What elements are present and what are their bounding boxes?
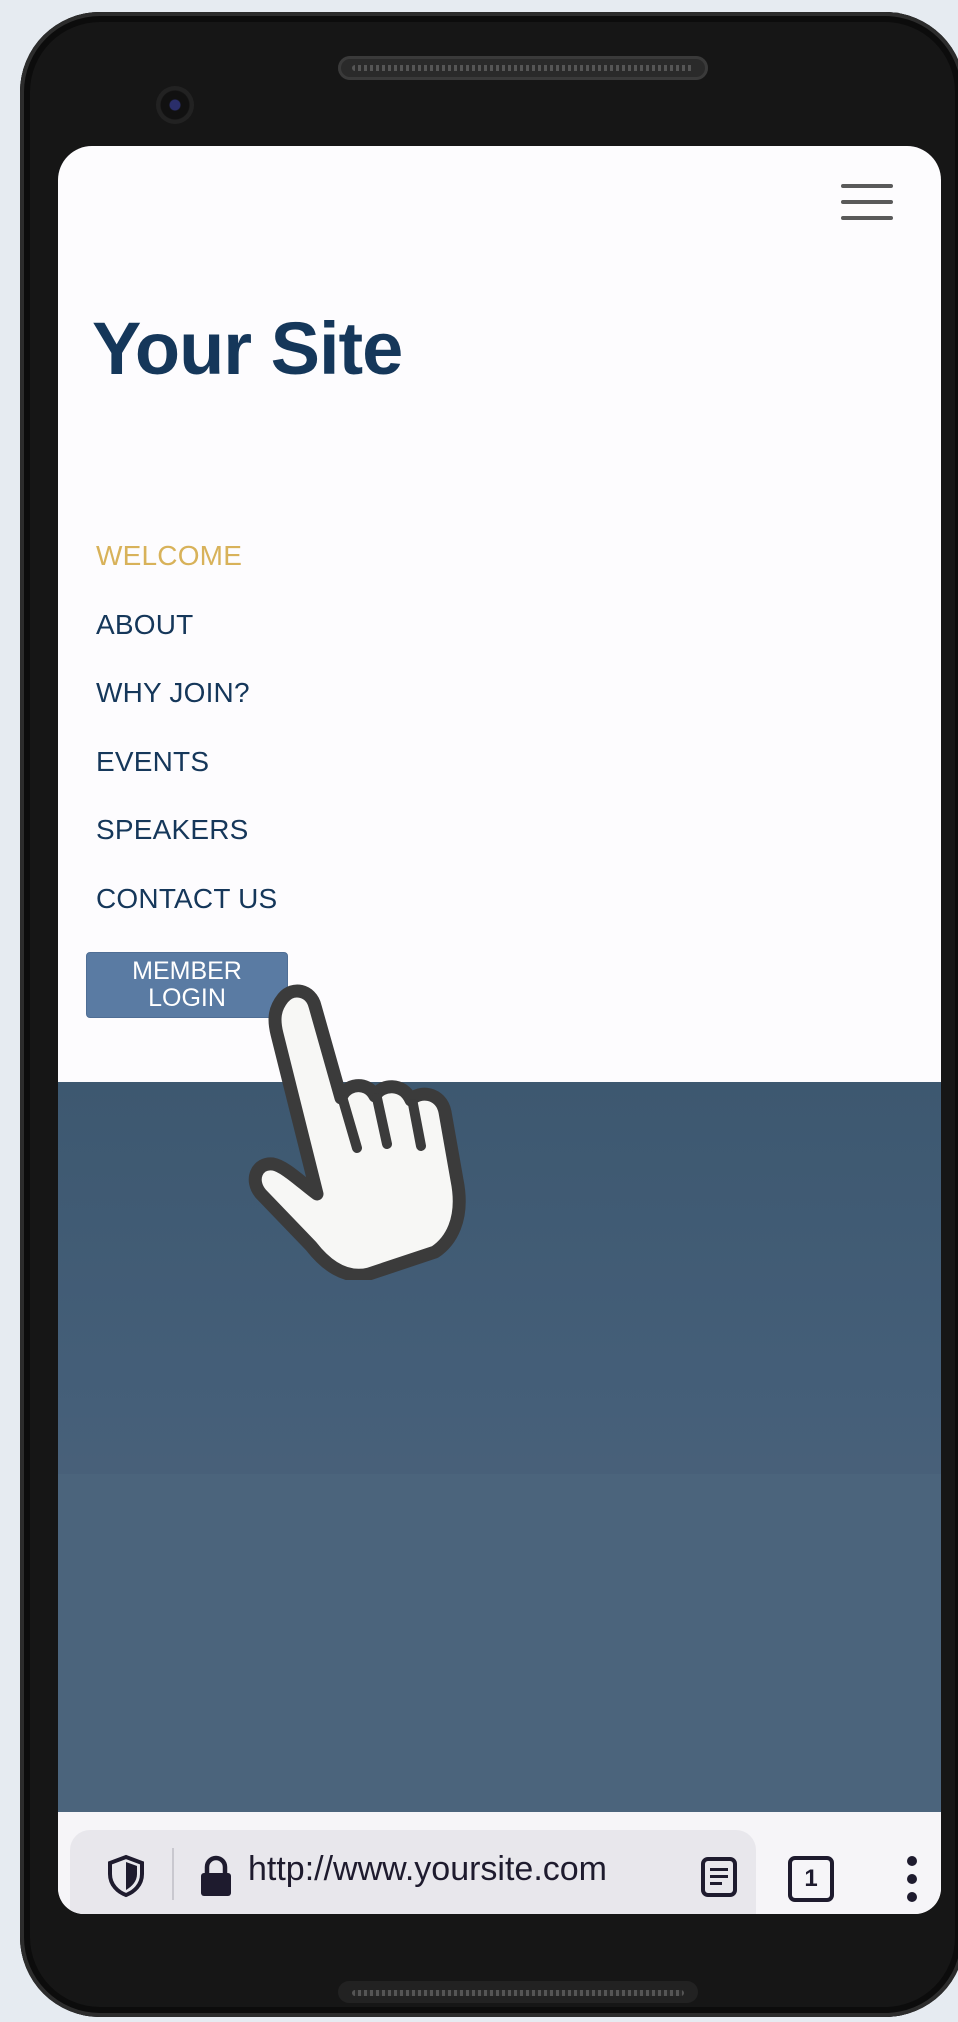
front-camera bbox=[156, 86, 194, 124]
hamburger-menu-icon[interactable] bbox=[841, 184, 893, 220]
more-vertical-icon[interactable] bbox=[906, 1856, 918, 1902]
site-title[interactable]: Your Site bbox=[92, 306, 403, 391]
reader-mode-icon[interactable] bbox=[700, 1856, 738, 1898]
nav-item-welcome[interactable]: WELCOME bbox=[96, 540, 277, 609]
main-nav: WELCOME ABOUT WHY JOIN? EVENTS SPEAKERS … bbox=[96, 540, 277, 951]
member-login-button[interactable]: MEMBER LOGIN bbox=[86, 952, 288, 1018]
bottom-speaker bbox=[338, 1981, 698, 2003]
address-divider bbox=[172, 1848, 174, 1900]
earpiece-speaker bbox=[338, 56, 708, 80]
hero-section bbox=[58, 1082, 941, 1812]
lock-icon bbox=[201, 1855, 231, 1896]
nav-item-why-join[interactable]: WHY JOIN? bbox=[96, 677, 277, 746]
browser-toolbar: http://www.yoursite.com 1 bbox=[58, 1812, 941, 1914]
url-text[interactable]: http://www.yoursite.com bbox=[248, 1850, 607, 1889]
address-bar[interactable]: http://www.yoursite.com bbox=[70, 1830, 756, 1914]
shield-icon[interactable] bbox=[106, 1854, 146, 1898]
phone-screen: Your Site WELCOME ABOUT WHY JOIN? EVENTS… bbox=[58, 146, 941, 1914]
nav-item-events[interactable]: EVENTS bbox=[96, 746, 277, 815]
nav-item-contact-us[interactable]: CONTACT US bbox=[96, 883, 277, 952]
nav-item-speakers[interactable]: SPEAKERS bbox=[96, 814, 277, 883]
tab-counter-icon[interactable]: 1 bbox=[788, 1856, 834, 1902]
nav-item-about[interactable]: ABOUT bbox=[96, 609, 277, 678]
